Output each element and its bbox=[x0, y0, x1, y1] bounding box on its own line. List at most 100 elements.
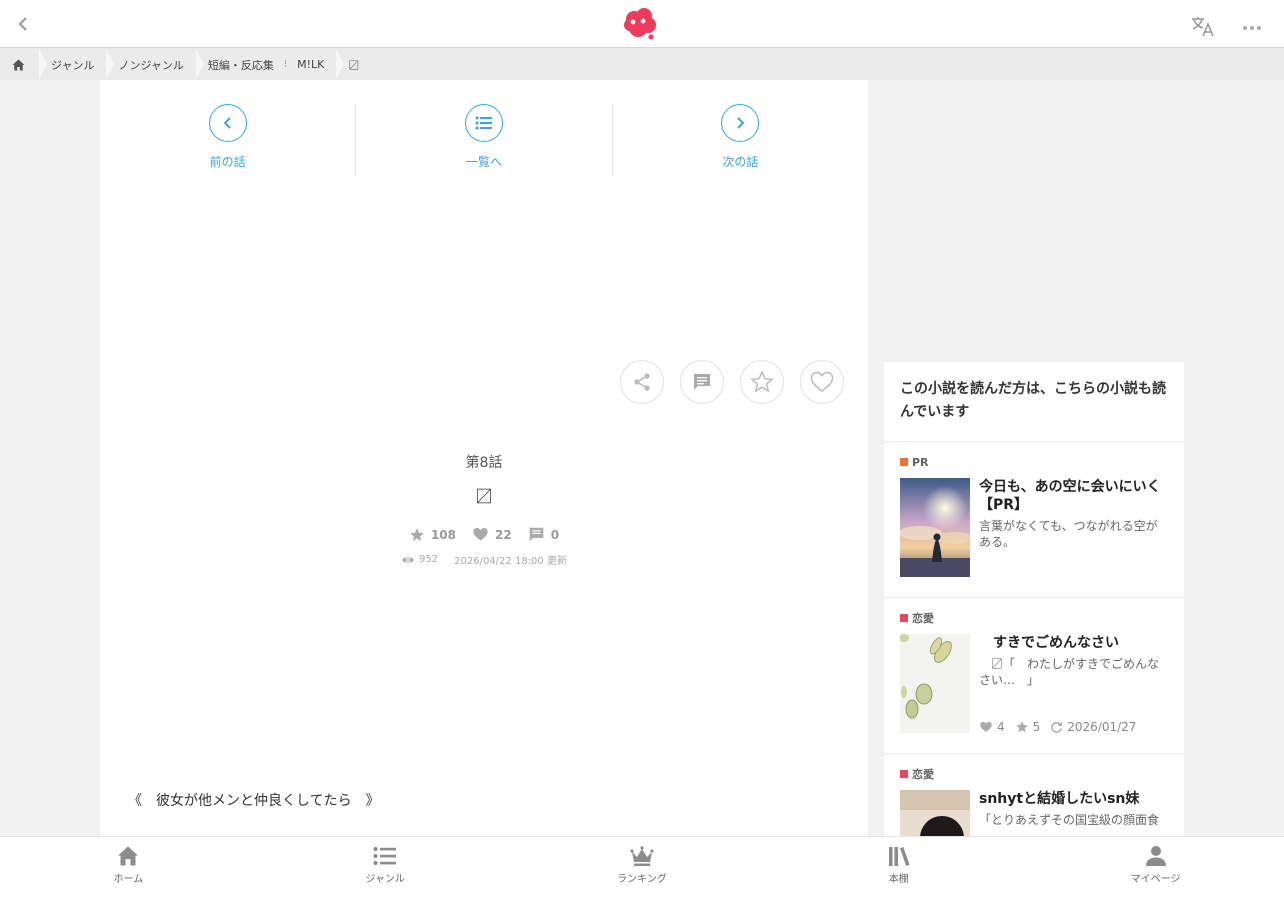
recommend-card[interactable]: PR 今日も、あの空に会いにいく【PR】 言葉がなくても、つながれる空がある。 bbox=[884, 442, 1184, 598]
card-title: すきでごめんなさい bbox=[979, 635, 1119, 651]
recommend-card[interactable]: 恋愛 すきでごめんなさい 〼「 わたしがすきでごめんなさい… 」 4 5 202… bbox=[884, 598, 1184, 754]
cover-image bbox=[900, 790, 970, 836]
home-icon bbox=[118, 846, 139, 866]
tab-shelf-label: 本棚 bbox=[888, 874, 909, 885]
tab-ranking[interactable]: ランキング bbox=[514, 837, 771, 900]
breadcrumb-nongenre[interactable]: ノンジャンル bbox=[106, 49, 205, 80]
tab-mypage-label: マイページ bbox=[1130, 874, 1181, 885]
card-star-count: 5 bbox=[1032, 720, 1041, 734]
updated-date: 2026/04/22 18:00 更新 bbox=[454, 556, 567, 567]
card-date: 2026/01/27 bbox=[1067, 720, 1137, 734]
breadcrumb-genre[interactable]: ジャンル bbox=[39, 49, 115, 80]
card-star-stat: 5 bbox=[1015, 720, 1041, 734]
eye-icon bbox=[402, 556, 415, 563]
home-icon bbox=[12, 59, 25, 70]
comment-count: 0 bbox=[550, 527, 560, 542]
card-body: snhytと結婚したいsn妹 「とりあえずその国宝級の顔面食 bbox=[900, 790, 1168, 836]
card-tag: PR bbox=[900, 454, 1168, 470]
star-icon bbox=[1015, 721, 1028, 733]
prev-label: 前の話 bbox=[209, 155, 246, 169]
breadcrumb-home[interactable] bbox=[0, 49, 47, 80]
comment-button[interactable] bbox=[680, 360, 724, 404]
card-text: snhytと結婚したいsn妹 「とりあえずその国宝級の顔面食 bbox=[979, 790, 1168, 836]
card-text: 今日も、あの空に会いにいく【PR】 言葉がなくても、つながれる空がある。 bbox=[979, 478, 1168, 577]
heart-icon bbox=[473, 528, 488, 541]
heart-outline-icon bbox=[810, 371, 834, 392]
card-body: 今日も、あの空に会いにいく【PR】 言葉がなくても、つながれる空がある。 bbox=[900, 478, 1168, 577]
card-desc: 言葉がなくても、つながれる空がある。 bbox=[979, 519, 1158, 549]
card-tag: 恋愛 bbox=[900, 766, 1168, 782]
card-title: 今日も、あの空に会いにいく【PR】 bbox=[979, 479, 1161, 513]
tab-home-label: ホーム bbox=[113, 874, 144, 885]
share-icon bbox=[634, 373, 650, 391]
card-date-stat: 2026/01/27 bbox=[1050, 720, 1136, 734]
tag-label: 恋愛 bbox=[912, 768, 934, 781]
chevron-left-icon bbox=[223, 117, 231, 129]
translate-button[interactable] bbox=[1190, 14, 1218, 38]
tag-marker bbox=[900, 458, 908, 466]
episode-number: 第8話 bbox=[465, 455, 503, 471]
next-episode-button[interactable]: 次の話 bbox=[611, 104, 868, 176]
episode-main: 前の話 一覧へ 次の話 第8話 〼 108 22 0 952 2026/04/2… bbox=[100, 80, 868, 836]
card-like-stat: 4 bbox=[979, 720, 1005, 734]
prev-episode-button[interactable]: 前の話 bbox=[100, 104, 355, 176]
chevron-right-icon bbox=[737, 117, 745, 129]
translate-icon bbox=[1192, 17, 1214, 37]
star-outline-icon bbox=[750, 370, 774, 393]
tab-genre-label: ジャンル bbox=[365, 874, 405, 885]
tab-shelf[interactable]: 本棚 bbox=[770, 837, 1027, 900]
tag-label: PR bbox=[912, 455, 929, 469]
more-icon bbox=[1243, 26, 1261, 30]
episode-title: 〼 bbox=[475, 487, 493, 508]
more-button[interactable] bbox=[1240, 14, 1264, 38]
bottom-tabbar: ホーム ジャンル ランキング 本棚 マイページ bbox=[0, 836, 1284, 900]
comment-icon bbox=[529, 527, 544, 542]
breadcrumb-milk[interactable]: M!LK bbox=[293, 49, 345, 80]
recommend-panel: この小説を読んだ方は、こちらの小説も読んでいます PR 今日も、あの空に会いにい… bbox=[884, 362, 1184, 836]
like-button[interactable] bbox=[800, 360, 844, 404]
card-text: すきでごめんなさい 〼「 わたしがすきでごめんなさい… 」 bbox=[979, 634, 1168, 733]
card-body: すきでごめんなさい 〼「 わたしがすきでごめんなさい… 」 bbox=[900, 634, 1168, 733]
prev-circle bbox=[208, 104, 247, 142]
user-icon bbox=[1145, 846, 1166, 866]
tab-genre[interactable]: ジャンル bbox=[257, 837, 514, 900]
comment-icon bbox=[694, 374, 710, 390]
next-label: 次の話 bbox=[722, 155, 759, 169]
tab-mypage[interactable]: マイページ bbox=[1027, 837, 1284, 900]
back-button[interactable] bbox=[12, 12, 34, 36]
share-button[interactable] bbox=[620, 360, 664, 404]
list-icon bbox=[373, 847, 397, 865]
crown-icon bbox=[630, 846, 654, 866]
tab-home[interactable]: ホーム bbox=[0, 837, 257, 900]
logo-icon[interactable] bbox=[620, 6, 660, 42]
episode-stats: 108 22 0 bbox=[100, 526, 868, 543]
bookshelf-icon bbox=[888, 847, 910, 866]
card-tag: 恋愛 bbox=[900, 610, 1168, 626]
top-bar bbox=[0, 0, 1284, 48]
tag-label: 恋愛 bbox=[912, 612, 934, 625]
like-stat: 22 bbox=[472, 527, 512, 542]
like-count: 22 bbox=[495, 527, 512, 542]
card-like-count: 4 bbox=[997, 720, 1005, 734]
tab-ranking-label: ランキング bbox=[617, 874, 667, 885]
view-count: 952 bbox=[419, 554, 439, 565]
star-button[interactable] bbox=[740, 360, 784, 404]
recommend-card[interactable]: 恋愛 snhytと結婚したいsn妹 「とりあえずその国宝級の顔面食 bbox=[884, 754, 1184, 836]
tag-marker bbox=[900, 614, 908, 622]
episode-meta: 952 2026/04/22 18:00 更新 bbox=[100, 552, 868, 567]
episode-actions bbox=[620, 360, 844, 404]
episode-list-button[interactable]: 一覧へ bbox=[355, 104, 611, 176]
tag-marker bbox=[900, 770, 908, 778]
view-stat: 952 bbox=[401, 554, 438, 565]
next-circle bbox=[721, 104, 760, 142]
star-stat: 108 bbox=[409, 527, 456, 543]
comment-stat: 0 bbox=[528, 526, 559, 543]
recommend-heading: この小説を読んだ方は、こちらの小説も読んでいます bbox=[884, 362, 1184, 442]
breadcrumb: ジャンル ノンジャンル 短編・反応集 ⁝ M!LK 〼 bbox=[0, 49, 1284, 80]
story-first-line: 《 彼女が他メンと仲良くしてたら 》 bbox=[128, 793, 380, 809]
heart-icon bbox=[980, 721, 992, 732]
list-circle bbox=[464, 104, 503, 142]
list-icon bbox=[475, 116, 492, 130]
breadcrumb-short-collection[interactable]: 短編・反応集 bbox=[196, 49, 278, 80]
star-icon bbox=[410, 527, 424, 541]
